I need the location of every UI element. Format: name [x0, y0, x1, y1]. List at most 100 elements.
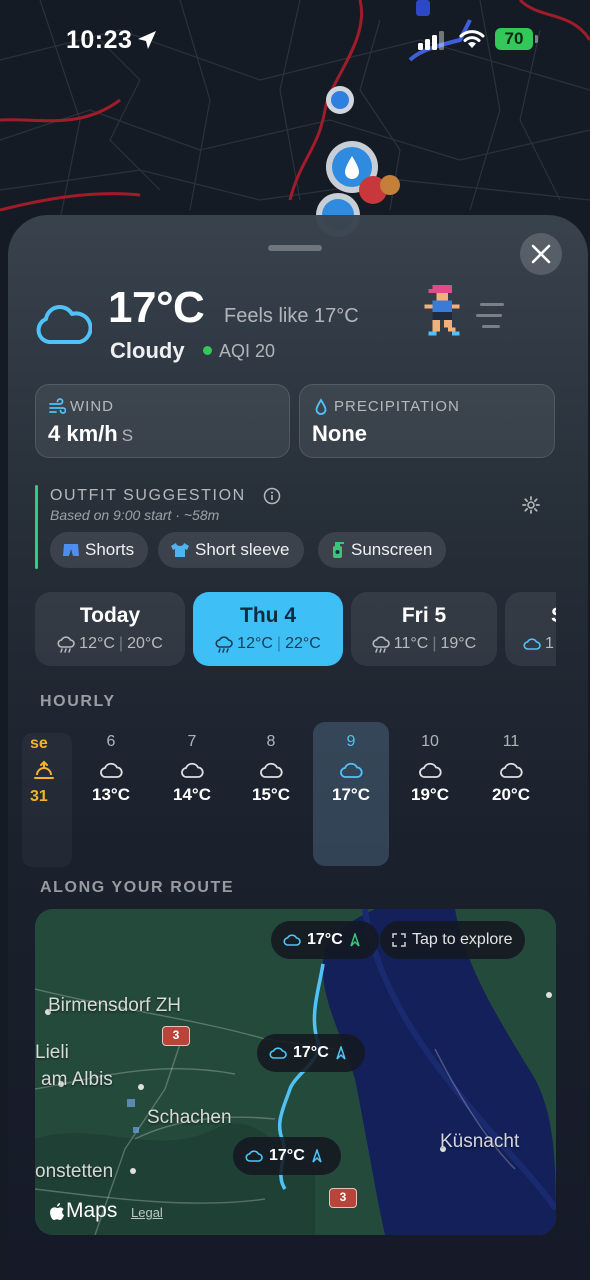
hour-label: 7 — [187, 733, 197, 750]
route-temp: 17°C — [293, 1044, 329, 1061]
tap-to-explore-label: Tap to explore — [412, 931, 513, 948]
hour-label: 11 — [502, 733, 520, 750]
expand-icon — [392, 933, 406, 947]
info-icon[interactable] — [263, 487, 281, 505]
sunrise-time: 31 — [30, 788, 48, 805]
route-title: ALONG YOUR ROUTE — [40, 879, 235, 896]
place-label: Schachen — [147, 1107, 232, 1128]
hourly-item[interactable]: 7 14°C — [157, 733, 227, 805]
hourly-item[interactable]: 8 15°C — [236, 733, 306, 805]
sunrise-item[interactable]: se 31 — [22, 733, 72, 867]
raindrop-icon — [315, 398, 327, 415]
outfit-accent-bar — [35, 485, 38, 569]
chip-shorts[interactable]: Shorts — [50, 532, 149, 568]
outfit-title: OUTFIT SUGGESTION — [50, 487, 246, 504]
wind-card[interactable]: WIND 4 km/h S — [35, 384, 290, 458]
aqi-label: AQI 20 — [219, 341, 276, 361]
route-temp: 17°C — [269, 1147, 305, 1164]
cloud-icon — [36, 304, 92, 344]
battery-indicator: 70 — [495, 28, 533, 50]
cloud-icon — [269, 1047, 287, 1059]
day-thu-4[interactable]: Thu 4 12°C | 22°C — [193, 592, 343, 666]
apple-logo-icon — [50, 1202, 64, 1220]
place-label: Lieli — [35, 1042, 69, 1063]
wind-label: WIND — [70, 398, 114, 415]
route-temp-pill[interactable]: 17°C — [233, 1137, 341, 1175]
sunrise-icon — [34, 760, 54, 779]
hourly-item[interactable]: 6 13°C — [76, 733, 146, 805]
hour-temp: 15°C — [252, 785, 290, 804]
hour-temp: 14°C — [173, 785, 211, 804]
tshirt-icon — [171, 543, 189, 557]
runner-icon — [424, 285, 460, 336]
chip-sunscreen[interactable]: Sunscreen — [318, 532, 447, 568]
hour-temp: 19°C — [411, 785, 449, 804]
close-icon — [531, 244, 551, 264]
precipitation-card[interactable]: PRECIPITATION None — [299, 384, 555, 458]
current-temperature: 17°C — [108, 283, 205, 332]
day-today[interactable]: Today 12°C | 20°C — [35, 592, 185, 666]
place-label: onstetten — [35, 1161, 114, 1182]
day-low: 1 — [545, 635, 554, 652]
speed-lines-icon — [476, 303, 504, 328]
day-temps: 12°C | 22°C — [193, 635, 343, 653]
hour-temp: 13°C — [92, 785, 130, 804]
legal-link[interactable]: Legal — [131, 1205, 163, 1220]
feels-like: Feels like 17°C — [224, 305, 359, 327]
precipitation-value: None — [312, 421, 367, 446]
day-high: 20°C — [127, 635, 163, 652]
wind-direction-icon — [336, 1046, 346, 1060]
day-sat-partial[interactable]: S 1 — [505, 592, 556, 666]
hour-label: 10 — [421, 733, 439, 750]
cloud-icon — [419, 762, 442, 778]
hour-temp: 20°C — [492, 785, 530, 804]
wind-direction-icon — [312, 1149, 322, 1163]
chip-sunscreen-label: Sunscreen — [351, 540, 433, 559]
cloud-icon — [500, 762, 523, 778]
status-time: 10:23 — [66, 26, 133, 54]
wind-speed: 4 km/h — [48, 421, 118, 446]
apple-maps-logo: Maps — [49, 1199, 117, 1223]
wifi-icon — [459, 30, 485, 48]
hourly-title: HOURLY — [40, 693, 116, 710]
day-fri-5[interactable]: Fri 5 11°C | 19°C — [351, 592, 497, 666]
rain-cloud-icon — [372, 635, 390, 653]
sheet-grabber[interactable] — [268, 245, 322, 251]
place-label: Birmensdorf ZH — [48, 995, 182, 1016]
day-name: Thu 4 — [240, 604, 296, 627]
close-button[interactable] — [520, 233, 562, 275]
gear-icon[interactable] — [521, 495, 541, 515]
route-temp-pill[interactable]: 17°C — [257, 1034, 365, 1072]
hourly-item[interactable]: 11 20°C — [476, 733, 546, 805]
cloud-icon — [260, 762, 283, 778]
location-arrow-icon — [138, 31, 156, 49]
condition-label: Cloudy — [110, 338, 185, 363]
aqi-status-dot — [203, 346, 212, 355]
outfit-subtitle: Based on 9:00 start · ~58m — [50, 507, 220, 523]
route-map[interactable]: 3 3 Birmensdorf ZH Lieli am Albis Schach… — [35, 909, 556, 1235]
route-temp-pill[interactable]: 17°C — [271, 921, 379, 959]
chip-short-sleeve[interactable]: Short sleeve — [158, 532, 304, 568]
shorts-icon — [63, 544, 79, 556]
sunscreen-icon — [333, 542, 344, 558]
place-label: Küsnacht — [440, 1131, 520, 1152]
day-high: 22°C — [285, 635, 321, 652]
hour-temp: 17°C — [332, 785, 370, 804]
chip-shorts-label: Shorts — [85, 540, 135, 559]
tap-to-explore-button[interactable]: Tap to explore — [380, 921, 525, 959]
day-temps: 12°C | 20°C — [35, 635, 185, 653]
cellular-signal-icon — [418, 31, 444, 50]
wind-direction: S — [121, 426, 134, 445]
wind-value-row: 4 km/h S — [48, 421, 133, 447]
route-temp: 17°C — [307, 931, 343, 948]
road-shield: 3 — [162, 1026, 190, 1046]
battery-nub — [535, 35, 538, 43]
rain-cloud-icon — [215, 635, 233, 653]
cloud-icon — [340, 762, 363, 778]
rain-cloud-icon — [57, 635, 75, 653]
hour-label: 8 — [266, 733, 276, 750]
hourly-item[interactable]: 10 19°C — [395, 733, 465, 805]
cloud-icon — [283, 934, 301, 946]
hourly-item-current[interactable]: 9 17°C — [316, 733, 386, 805]
hour-label: 9 — [346, 733, 356, 750]
